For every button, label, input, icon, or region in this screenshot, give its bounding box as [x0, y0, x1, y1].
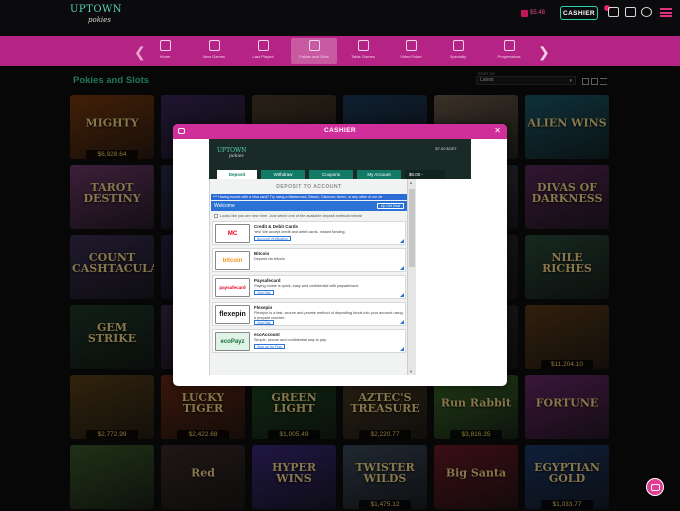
category-icon [208, 40, 220, 51]
modal-title: CASHIER [323, 127, 357, 134]
wallet-icon [521, 9, 528, 17]
nav-item-label: Table Games [351, 54, 375, 59]
nav-item-2[interactable]: Last Played [240, 38, 286, 64]
category-icon [308, 40, 320, 51]
tab-withdraw[interactable]: Withdraw [261, 170, 305, 179]
logo-top-text: UPTOWN [70, 4, 123, 15]
expand-corner-icon[interactable] [400, 293, 404, 297]
category-icon [357, 40, 369, 51]
nav-next-icon[interactable]: ❯ [538, 44, 550, 61]
nav-item-4[interactable]: Table Games [340, 38, 386, 64]
payment-method-desc: Yes! We accept credit and debit cards. I… [254, 230, 346, 234]
amount-selector[interactable]: $0.00 - [405, 170, 445, 179]
nav-item-5[interactable]: Video Poker [388, 38, 434, 64]
payment-logo: bitcoin [215, 251, 250, 270]
payment-method-name: Paysafecard [254, 278, 281, 283]
expand-corner-icon[interactable] [400, 266, 404, 270]
category-icon [159, 40, 171, 51]
nav-item-label: Pokies and Slots [299, 54, 329, 59]
scroll-thumb[interactable] [409, 189, 415, 267]
visa-notice: *** Having issues with a Visa card? Try … [211, 194, 407, 200]
nav-item-label: Video Poker [400, 54, 422, 59]
nav-item-6[interactable]: Specialty [435, 38, 481, 64]
scroll-down-icon[interactable]: ▼ [409, 369, 413, 374]
category-icon [405, 40, 417, 51]
balance-display[interactable]: $5.48 [521, 8, 555, 18]
cashier-banner: UPTOWN pokies $7.00 $GET [209, 139, 471, 170]
close-icon[interactable]: ✕ [494, 126, 501, 135]
menu-icon[interactable] [660, 8, 672, 17]
payment-method-link[interactable]: Visit Site [254, 320, 274, 325]
nav-item-7[interactable]: Progressives [486, 38, 532, 64]
nav-item-3[interactable]: Pokies and Slots [291, 38, 337, 64]
modal-header: CASHIER ✕ [173, 124, 507, 139]
tab-coupons[interactable]: Coupons [309, 170, 353, 179]
category-nav: ❮ Home New Games Last Played Pokies and Slo… [0, 36, 680, 66]
payment-method[interactable]: bitcoin Bitcoin Deposit via bitcoin [212, 248, 406, 272]
chat-icon[interactable] [625, 7, 636, 17]
page: UPTOWN pokies $5.48 CASHIER ❮ Home New Ga… [0, 0, 680, 511]
top-header: UPTOWN pokies $5.48 CASHIER [0, 0, 680, 36]
payment-method[interactable]: paysafecard Paysafecard Paying online is q… [212, 275, 406, 299]
nav-item-label: Specialty [449, 54, 467, 59]
welcome-deal-button[interactable]: Up Get Deal [377, 203, 404, 209]
search-icon[interactable] [641, 7, 652, 17]
nav-item-label: Last Played [252, 54, 274, 59]
nav-item-label: New Games [202, 54, 225, 59]
payment-method-desc: Simple, secure and confidential way to p… [254, 338, 327, 342]
tab-my-account[interactable]: My Account [357, 170, 401, 179]
tab-deposit[interactable]: Deposit [217, 170, 257, 179]
expand-corner-icon[interactable] [400, 320, 404, 324]
payment-logo: MC [215, 224, 250, 243]
cashier-modal: CASHIER ✕ UPTOWN pokies $7.00 $GET Depos… [173, 124, 507, 386]
payment-method-desc: Paying online is quick, easy and confide… [254, 284, 359, 288]
mail-icon[interactable] [608, 7, 619, 17]
category-icon [257, 40, 269, 51]
payment-method[interactable]: flexepin Flexepin Flexepin is a fast, secu… [212, 302, 406, 326]
payment-logo: ecoPayz [215, 332, 250, 351]
payment-method-name: Credit & Debit Cards [254, 224, 299, 229]
cashier-tabs: Deposit Withdraw Coupons My Account $0.0… [209, 170, 471, 179]
payment-method-name: Bitcoin [254, 251, 270, 256]
deposit-panel: DEPOSIT TO ACCOUNT *** Having issues wit… [209, 179, 407, 375]
new-user-hint-text: Looks like you are new here. Just select… [220, 214, 363, 218]
payment-method-desc: Flexepin is a fast, secure and private m… [254, 311, 403, 320]
payment-method-desc: Deposit via bitcoin [254, 257, 285, 261]
category-icon [503, 40, 515, 51]
hint-checkbox [214, 214, 218, 218]
payment-method-name: ecoAccount [254, 332, 280, 337]
balance-amount: $5.48 [530, 10, 546, 16]
site-logo[interactable]: UPTOWN pokies [70, 4, 123, 28]
cashier-button[interactable]: CASHIER [560, 6, 598, 20]
nav-item-label: Home [159, 54, 171, 59]
logo-bottom-text: pokies [88, 16, 111, 24]
nav-item-1[interactable]: New Games [191, 38, 237, 64]
payment-logo: paysafecard [215, 278, 250, 297]
expand-corner-icon[interactable] [400, 347, 404, 351]
welcome-bar: Welcome Up Get Deal [211, 201, 407, 211]
expand-corner-icon[interactable] [400, 239, 404, 243]
payment-method-name: Flexepin [254, 305, 273, 310]
cashier-logo-top: UPTOWN [217, 147, 247, 154]
payment-logo: flexepin [215, 305, 250, 324]
live-chat-button[interactable] [646, 478, 664, 496]
deposit-title: DEPOSIT TO ACCOUNT [276, 184, 342, 190]
deposit-scrollbar[interactable]: ▲ ▼ [407, 179, 416, 375]
nav-item-label: Progressives [497, 54, 521, 59]
payment-method-link[interactable]: Sign up for Free [254, 344, 286, 349]
new-user-hint: Looks like you are new here. Just select… [214, 214, 362, 218]
nav-item-0[interactable]: Home [142, 38, 188, 64]
payment-method[interactable]: MC Credit & Debit Cards Yes! We accept cre… [212, 221, 406, 245]
cashier-balance: $7.00 $GET [435, 146, 457, 151]
welcome-text: Welcome [214, 203, 235, 209]
payment-method[interactable]: ecoPayz ecoAccount Simple, secure and conf… [212, 329, 406, 353]
category-icon [452, 40, 464, 51]
cashier-logo-bottom: pokies [229, 154, 244, 159]
scroll-up-icon[interactable]: ▲ [409, 180, 413, 185]
payment-method-link[interactable]: Account Verification [254, 236, 291, 241]
payment-method-link[interactable]: Visit Site [254, 290, 274, 295]
